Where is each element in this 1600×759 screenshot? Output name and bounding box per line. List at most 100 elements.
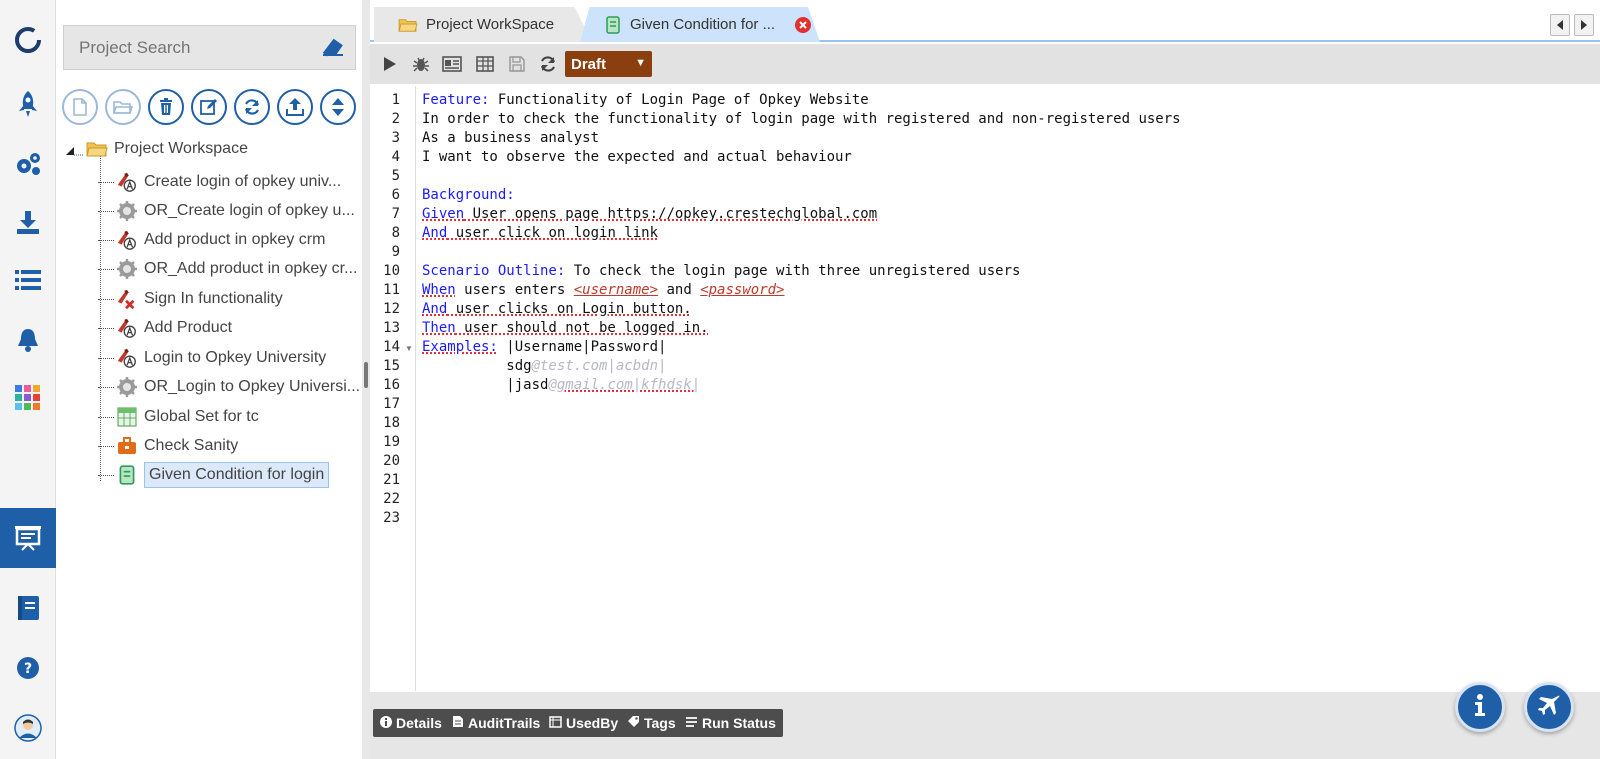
status-dropdown[interactable]: Draft ▼: [565, 51, 652, 77]
tags-tab[interactable]: Tags: [620, 709, 683, 737]
tree-item-label: OR_Create login of opkey u...: [144, 202, 355, 219]
report-icon[interactable]: [441, 54, 463, 74]
tree-item[interactable]: Login to Opkey University: [98, 344, 326, 372]
presentation-icon[interactable]: [0, 508, 66, 568]
tree-item[interactable]: OR_Add product in opkey cr...: [98, 255, 357, 283]
line-number: 2: [391, 111, 400, 127]
scroll-left-icon[interactable]: [1550, 14, 1570, 36]
tree-item-label: Given Condition for login: [144, 462, 330, 488]
new-file-button[interactable]: [62, 89, 98, 125]
left-rail: ?: [0, 0, 66, 759]
save-icon[interactable]: [506, 54, 528, 74]
tree-root-project-workspace[interactable]: Project Workspace: [64, 136, 248, 162]
tree-item[interactable]: Given Condition for login: [98, 461, 330, 489]
reload-icon[interactable]: [537, 54, 559, 74]
line-number: 22: [383, 491, 400, 507]
usedby-tab-label: UsedBy: [566, 715, 619, 731]
user-avatar-icon[interactable]: [0, 700, 56, 756]
line-number: 7: [391, 206, 400, 222]
tree-item-label: Create login of opkey univ...: [144, 173, 342, 190]
code-line-8: And user click on login link: [422, 225, 659, 241]
rocket-icon[interactable]: [0, 76, 56, 132]
code-line-6: Background:: [422, 187, 515, 203]
tree-item-label: Login to Opkey University: [144, 349, 327, 366]
tree-item[interactable]: OR_Create login of opkey u...: [98, 197, 355, 225]
line-number: 3: [391, 130, 400, 146]
info-icon: [380, 715, 392, 731]
details-tab[interactable]: Details: [373, 709, 449, 737]
opkey-logo-icon[interactable]: [0, 12, 56, 68]
code-line-1: Feature: Functionality of Login Page of …: [422, 92, 869, 108]
help-icon[interactable]: ?: [0, 640, 56, 696]
tree-item[interactable]: Add product in opkey crm: [98, 226, 325, 254]
line-number: 17: [383, 396, 400, 412]
bell-icon[interactable]: [0, 312, 56, 368]
object-repo-icon: [116, 258, 138, 280]
list-icon[interactable]: [0, 252, 56, 308]
refresh-button[interactable]: [234, 89, 270, 125]
upload-button[interactable]: [277, 89, 313, 125]
line-number: 21: [383, 472, 400, 488]
tree-connector: [98, 210, 114, 212]
scroll-right-icon[interactable]: [1574, 14, 1594, 36]
test-case-red-icon: [116, 288, 138, 310]
download-icon[interactable]: [0, 194, 56, 250]
panel-splitter[interactable]: [362, 0, 370, 759]
line-number: 23: [383, 510, 400, 526]
gears-icon[interactable]: [0, 136, 56, 192]
delete-button[interactable]: [148, 89, 184, 125]
tree-item[interactable]: Global Set for tc: [98, 403, 259, 431]
line-number: 9: [391, 244, 400, 260]
tag-icon: [627, 715, 640, 731]
info-icon: [1472, 693, 1488, 722]
test-case-icon: [116, 229, 138, 251]
code-editor[interactable]: 1 2 3 4 5 6 7 8 9 10 11 12 13 14 15 16 17 18 19 20 21 22 23 ▼ F…: [370, 86, 1600, 691]
airplane-fab-button[interactable]: [1524, 682, 1574, 732]
run-status-tab[interactable]: Run Status: [678, 709, 783, 737]
line-number: 20: [383, 453, 400, 469]
table-icon[interactable]: [474, 54, 496, 74]
usedby-tab[interactable]: UsedBy: [542, 709, 626, 737]
book-icon[interactable]: [0, 580, 56, 636]
tree-item-label: OR_Login to Opkey Universi...: [144, 378, 361, 395]
fold-arrow-icon[interactable]: ▼: [405, 344, 413, 353]
tab-project-workspace[interactable]: Project WorkSpace: [374, 7, 592, 42]
tree-item-label: OR_Add product in opkey cr...: [144, 260, 358, 277]
edit-button[interactable]: [191, 89, 227, 125]
tab-given-condition[interactable]: Given Condition for ...: [580, 7, 820, 42]
folder-icon: [86, 140, 108, 158]
tree-collapse-icon[interactable]: [64, 139, 86, 159]
apps-grid-icon[interactable]: [0, 370, 56, 426]
audittrails-tab-label: AuditTrails: [468, 715, 541, 731]
code-line-15: sdg@test.com|acbdn|: [422, 358, 667, 374]
tab-scroll-controls: [1550, 14, 1594, 36]
splitter-grip[interactable]: [364, 362, 368, 388]
audittrails-tab[interactable]: AuditTrails: [445, 709, 548, 737]
debug-icon[interactable]: [410, 54, 432, 74]
scroll-icon: [604, 15, 622, 35]
tree-item[interactable]: OR_Login to Opkey Universi...: [98, 373, 360, 401]
close-tab-icon[interactable]: [795, 16, 812, 33]
code-line-3: As a business analyst: [422, 130, 600, 146]
test-case-icon: [116, 347, 138, 369]
tree-item-label: Sign In functionality: [144, 290, 283, 307]
tree-item[interactable]: Sign In functionality: [98, 285, 283, 313]
line-number: 10: [383, 263, 400, 279]
run-icon[interactable]: [379, 54, 401, 74]
code-line-14: Examples: |Username|Password|: [422, 339, 667, 355]
bottom-tab-bar: Details AuditTrails UsedBy Tags Run Stat…: [370, 692, 1600, 759]
info-fab-button[interactable]: [1455, 682, 1505, 732]
tree-item[interactable]: Add Product: [98, 314, 232, 342]
tree-item-label: Global Set for tc: [144, 408, 259, 425]
tree-connector: [98, 298, 114, 300]
code-line-13: Then user should not be logged in.: [422, 320, 709, 336]
tree-connector: [98, 327, 114, 329]
expand-collapse-button[interactable]: [320, 89, 356, 125]
project-search-input[interactable]: [64, 26, 314, 69]
tree-item[interactable]: Create login of opkey univ...: [98, 168, 341, 196]
tree-item[interactable]: Check Sanity: [98, 432, 238, 460]
line-number: 4: [391, 149, 400, 165]
eraser-icon[interactable]: [321, 37, 345, 62]
tree-connector: [98, 445, 114, 447]
open-folder-button[interactable]: [105, 89, 141, 125]
